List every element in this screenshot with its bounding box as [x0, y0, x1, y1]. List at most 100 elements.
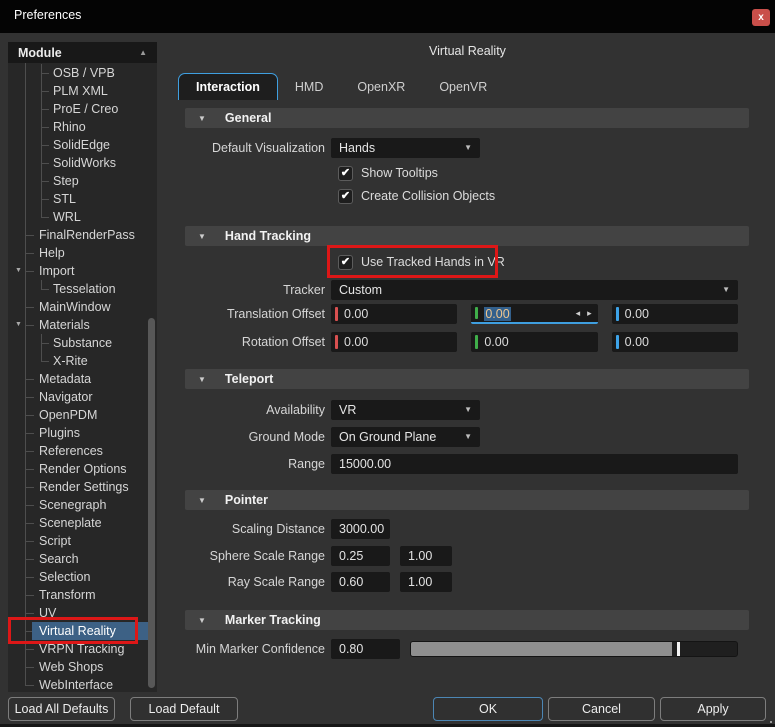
sidebar-item-solidworks[interactable]: SolidWorks [8, 154, 157, 172]
show-tooltips-checkbox[interactable]: ✔ [338, 166, 353, 181]
sidebar-item-label: Transform [36, 588, 99, 602]
sidebar-item-references[interactable]: References [8, 442, 157, 460]
sidebar-item-plm-xml[interactable]: PLM XML [8, 82, 157, 100]
section-header-general[interactable]: ▼ General [185, 108, 749, 128]
default-visualization-label: Default Visualization [212, 138, 325, 158]
resize-grip[interactable] [770, 721, 772, 723]
sidebar-item-sceneplate[interactable]: Sceneplate [8, 514, 157, 532]
sidebar-item-label: Rhino [50, 120, 89, 134]
sidebar-item-rhino[interactable]: Rhino [8, 118, 157, 136]
sidebar-item-tesselation[interactable]: Tesselation [8, 280, 157, 298]
sidebar-item-webinterface[interactable]: WebInterface [8, 676, 157, 692]
sidebar-item-materials[interactable]: ▼Materials [8, 316, 157, 334]
availability-label: Availability [266, 400, 325, 420]
ok-button[interactable]: OK [433, 697, 543, 721]
sidebar-item-plugins[interactable]: Plugins [8, 424, 157, 442]
sphere-scale-max-field[interactable]: 1.00 [400, 546, 452, 566]
use-tracked-hands-checkbox[interactable]: ✔ [338, 255, 353, 270]
apply-button[interactable]: Apply [660, 697, 766, 721]
tracker-dropdown[interactable]: Custom ▼ [331, 280, 738, 300]
tab-interaction[interactable]: Interaction [178, 73, 278, 100]
default-visualization-dropdown[interactable]: Hands ▼ [331, 138, 480, 158]
sidebar-item-script[interactable]: Script [8, 532, 157, 550]
collapse-icon[interactable]: ▼ [198, 616, 206, 625]
translation-offset-y-field[interactable]: 0.00 ◂ ▸ [471, 304, 597, 324]
sidebar-item-label: MainWindow [36, 300, 114, 314]
close-icon[interactable]: x [752, 9, 770, 26]
range-field[interactable]: 15000.00 [331, 454, 738, 474]
min-marker-confidence-slider[interactable] [410, 641, 738, 657]
sidebar-item-render-settings[interactable]: Render Settings [8, 478, 157, 496]
sidebar-item-virtual-reality[interactable]: Virtual Reality [8, 622, 157, 640]
sidebar-item-label: Web Shops [36, 660, 106, 674]
availability-dropdown[interactable]: VR ▼ [331, 400, 480, 420]
sidebar-item-osb-vpb[interactable]: OSB / VPB [8, 64, 157, 82]
sidebar-item-step[interactable]: Step [8, 172, 157, 190]
collapse-icon[interactable]: ▼ [198, 375, 206, 384]
sidebar-item-help[interactable]: Help [8, 244, 157, 262]
sidebar-item-x-rite[interactable]: X-Rite [8, 352, 157, 370]
sphere-scale-min-field[interactable]: 0.25 [331, 546, 390, 566]
sidebar-item-mainwindow[interactable]: MainWindow [8, 298, 157, 316]
section-header-pointer[interactable]: ▼ Pointer [185, 490, 749, 510]
scaling-distance-field[interactable]: 3000.00 [331, 519, 390, 539]
sidebar-item-label: Import [36, 264, 77, 278]
sidebar-item-selection[interactable]: Selection [8, 568, 157, 586]
slider-handle[interactable] [677, 642, 680, 656]
dropdown-value: VR [339, 403, 356, 417]
sidebar-item-transform[interactable]: Transform [8, 586, 157, 604]
min-marker-confidence-field[interactable]: 0.80 [331, 639, 400, 659]
section-header-marker-tracking[interactable]: ▼ Marker Tracking [185, 610, 749, 630]
chevron-down-icon: ▼ [464, 400, 472, 420]
sidebar-scrollbar-thumb[interactable] [148, 318, 155, 688]
create-collision-objects-checkbox[interactable]: ✔ [338, 189, 353, 204]
cancel-button[interactable]: Cancel [548, 697, 655, 721]
sidebar-item-proe-creo[interactable]: ProE / Creo [8, 100, 157, 118]
sidebar-item-solidedge[interactable]: SolidEdge [8, 136, 157, 154]
chevron-down-icon: ▼ [464, 427, 472, 447]
collapse-icon[interactable]: ▼ [198, 232, 206, 241]
field-value: 0.00 [344, 307, 368, 321]
sidebar-item-import[interactable]: ▼ Import [8, 262, 157, 280]
section-title: Marker Tracking [225, 613, 321, 627]
collapse-icon[interactable]: ▼ [198, 496, 206, 505]
load-default-button[interactable]: Load Default [130, 697, 238, 721]
tab-hmd[interactable]: HMD [278, 73, 340, 100]
load-all-defaults-button[interactable]: Load All Defaults [8, 697, 115, 721]
section-title: Pointer [225, 493, 268, 507]
sidebar-item-uv[interactable]: UV [8, 604, 157, 622]
rotation-offset-x-field[interactable]: 0.00 [331, 332, 457, 352]
rotation-offset-y-field[interactable]: 0.00 [471, 332, 597, 352]
ground-mode-dropdown[interactable]: On Ground Plane ▼ [331, 427, 480, 447]
sidebar-item-search[interactable]: Search [8, 550, 157, 568]
sidebar-item-render-options[interactable]: Render Options [8, 460, 157, 478]
tab-openvr[interactable]: OpenVR [422, 73, 504, 100]
rotation-offset-z-field[interactable]: 0.00 [612, 332, 738, 352]
spin-right-icon[interactable]: ▸ [587, 303, 592, 323]
expand-collapse-icon[interactable]: ▼ [14, 266, 23, 275]
sidebar-item-metadata[interactable]: Metadata [8, 370, 157, 388]
y-axis-color-bar [475, 307, 478, 319]
sidebar-item-stl[interactable]: STL [8, 190, 157, 208]
ray-scale-min-field[interactable]: 0.60 [331, 572, 390, 592]
sidebar-item-label: Render Options [36, 462, 130, 476]
sidebar-item-wrl[interactable]: WRL [8, 208, 157, 226]
sidebar-item-web-shops[interactable]: Web Shops [8, 658, 157, 676]
spin-left-icon[interactable]: ◂ [576, 303, 581, 323]
translation-offset-z-field[interactable]: 0.00 [612, 304, 738, 324]
translation-offset-x-field[interactable]: 0.00 [331, 304, 457, 324]
module-list-header[interactable]: Module ▲ [8, 42, 157, 63]
sidebar-item-finalrenderpass[interactable]: FinalRenderPass [8, 226, 157, 244]
sidebar-item-vrpn-tracking[interactable]: VRPN Tracking [8, 640, 157, 658]
ray-scale-max-field[interactable]: 1.00 [400, 572, 452, 592]
sidebar-item-openpdm[interactable]: OpenPDM [8, 406, 157, 424]
sidebar-item-substance[interactable]: Substance [8, 334, 157, 352]
expand-collapse-icon[interactable]: ▼ [14, 320, 23, 329]
tab-openxr[interactable]: OpenXR [340, 73, 422, 100]
collapse-icon[interactable]: ▼ [198, 114, 206, 123]
sidebar-item-navigator[interactable]: Navigator [8, 388, 157, 406]
field-value: 0.00 [484, 335, 508, 349]
section-header-teleport[interactable]: ▼ Teleport [185, 369, 749, 389]
sidebar-item-scenegraph[interactable]: Scenegraph [8, 496, 157, 514]
section-header-hand-tracking[interactable]: ▼ Hand Tracking [185, 226, 749, 246]
